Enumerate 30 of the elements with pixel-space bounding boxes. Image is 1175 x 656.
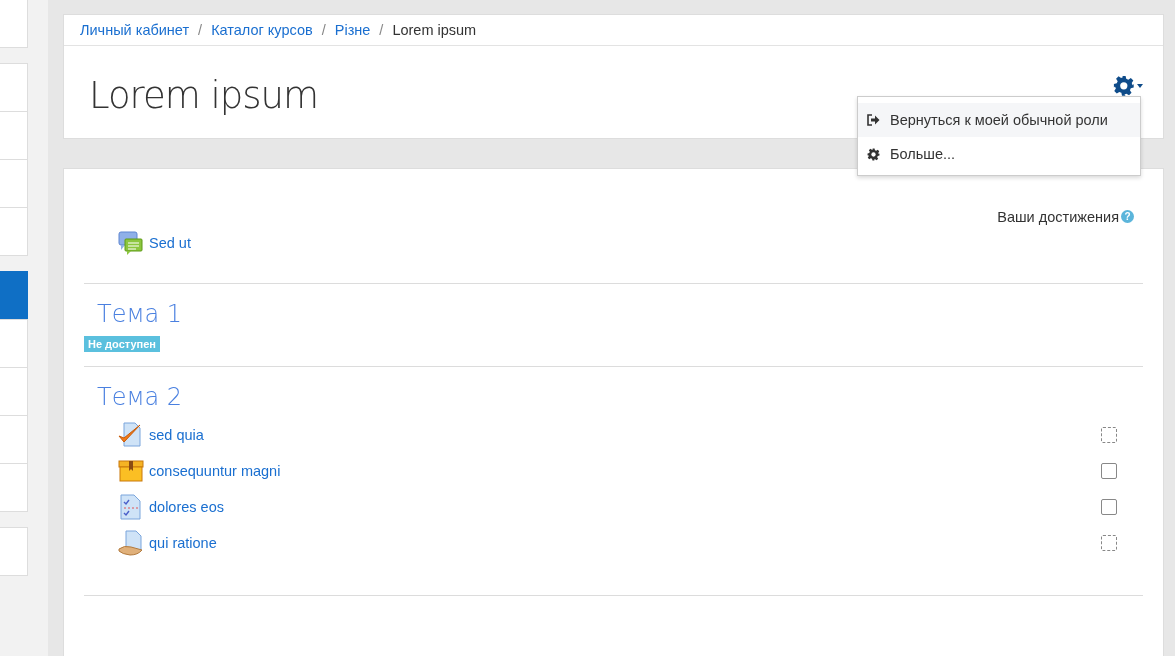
activity-link[interactable]: Sed ut xyxy=(149,234,191,251)
box-icon xyxy=(118,457,144,484)
breadcrumb-link[interactable]: Личный кабинет xyxy=(80,22,190,38)
checklist-icon xyxy=(118,493,144,520)
sidebar-item[interactable] xyxy=(0,271,28,320)
activity-link[interactable]: qui ratione xyxy=(149,534,217,551)
activity-link[interactable]: sed quia xyxy=(149,426,204,443)
breadcrumb-separator: / xyxy=(379,22,384,38)
completion-checkbox[interactable] xyxy=(1101,498,1117,515)
activity-link[interactable]: consequuntur magni xyxy=(149,462,281,479)
section-title[interactable]: Тема 2 xyxy=(97,382,1143,411)
settings-menu-button[interactable] xyxy=(1113,75,1143,97)
breadcrumb-link[interactable]: Каталог курсов xyxy=(211,22,313,38)
hand-document-icon xyxy=(118,529,144,556)
page-title: Lorem ipsum xyxy=(88,73,319,117)
progress-label: Ваши достижения xyxy=(997,208,1119,225)
gear-icon xyxy=(867,147,880,161)
menu-item[interactable]: Больше... xyxy=(858,137,1140,171)
chat-bubbles-icon xyxy=(118,229,144,256)
menu-item[interactable]: Вернуться к моей обычной роли xyxy=(858,103,1140,137)
breadcrumb-separator: / xyxy=(198,22,203,38)
section-title[interactable]: Тема 1 xyxy=(97,299,1143,328)
breadcrumb-link[interactable]: Різне xyxy=(334,22,371,38)
activity-link[interactable]: dolores eos xyxy=(149,498,224,515)
availability-badge: Не доступен xyxy=(84,335,160,352)
breadcrumb-current: Lorem ipsum xyxy=(392,22,477,38)
breadcrumb-separator: / xyxy=(321,22,326,38)
sign-out-icon xyxy=(867,114,880,126)
completion-checkbox[interactable] xyxy=(1101,462,1117,479)
document-check-icon xyxy=(118,421,144,448)
